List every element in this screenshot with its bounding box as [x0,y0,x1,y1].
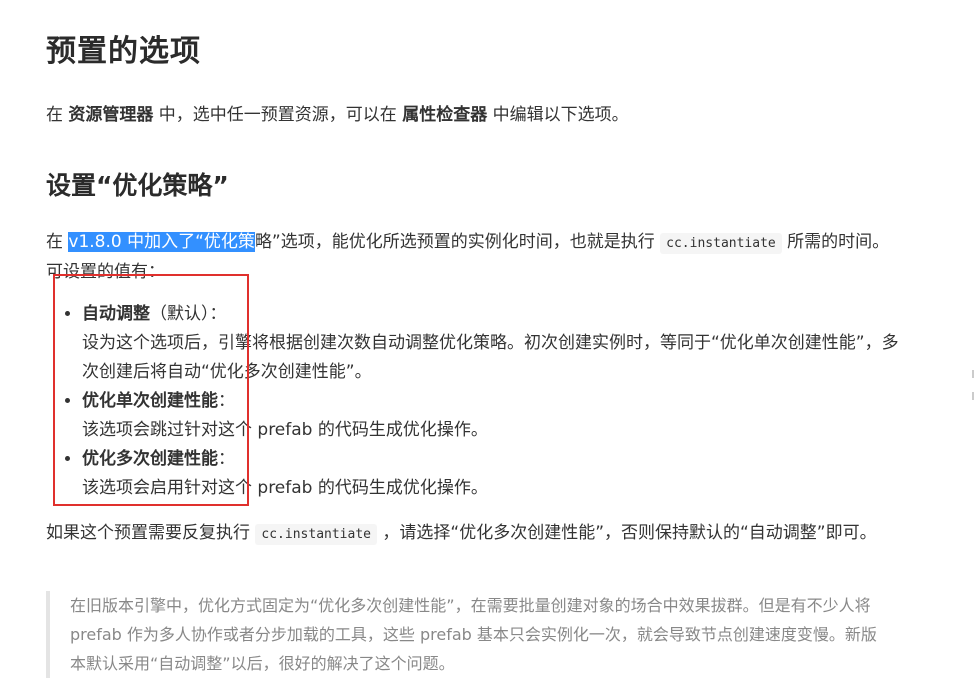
page-title: 预置的选项 [46,34,201,69]
intro-text-1: 在 [46,105,69,125]
selected-text[interactable]: v1.8.0 中加入了“优化策 [68,232,255,252]
intro-text-3: 中编辑以下选项。 [487,105,629,125]
inline-code-instantiate: cc.instantiate [660,233,782,254]
rec-text-pre: 如果这个预置需要反复执行 [46,523,256,543]
intro-text-2: 中，选中任一预置资源，可以在 [153,105,403,125]
opt-text-pre: 在 [46,232,69,252]
asset-manager-term: 资源管理器 [68,105,154,125]
annotation-box [53,274,249,506]
section-title: 设置“优化策略” [46,171,229,200]
inspector-term: 属性检查器 [402,105,488,125]
recommendation-paragraph: 如果这个预置需要反复执行 cc.instantiate ，请选择“优化多次创建性… [46,519,886,549]
note-blockquote: 在旧版本引擎中，优化方式固定为“优化多次创建性能”，在需要批量创建对象的场合中效… [46,591,890,678]
intro-paragraph: 在 资源管理器 中，选中任一预置资源，可以在 属性检查器 中编辑以下选项。 [46,100,629,125]
opt-text-mid: 略”选项，能优化所选预置的实例化时间，也就是执行 [254,232,661,252]
inline-code-instantiate-2: cc.instantiate [255,524,377,545]
rec-text-post: ，请选择“优化多次创建性能”，否则保持默认的“自动调整”即可。 [376,523,877,543]
